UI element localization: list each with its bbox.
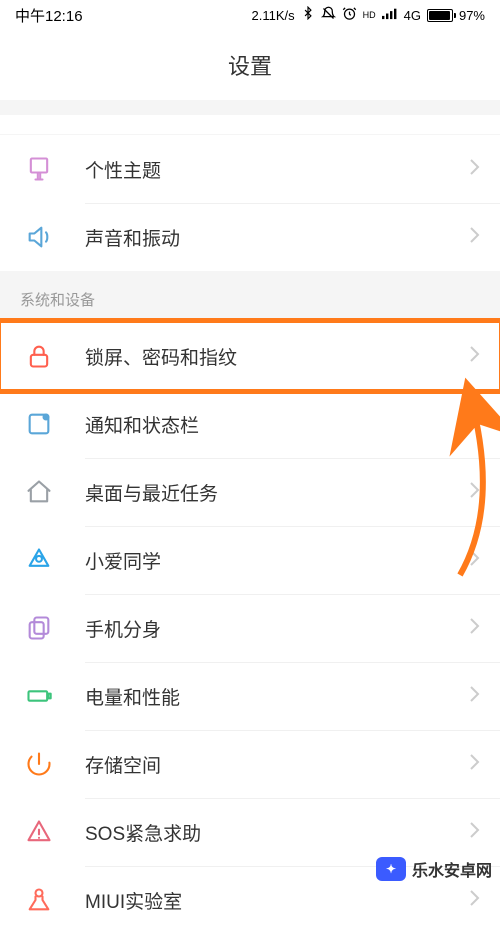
lab-icon <box>25 886 85 914</box>
settings-row-clone[interactable]: 手机分身 <box>0 594 500 662</box>
net-speed: 2.11K/s <box>252 8 295 23</box>
alarm-icon <box>342 6 357 25</box>
cutoff-row <box>0 115 500 135</box>
settings-row-notify[interactable]: 通知和状态栏 <box>0 390 500 458</box>
chevron-right-icon <box>468 821 480 844</box>
settings-row-xiaoai[interactable]: 小爱同学 <box>0 526 500 594</box>
row-label: SOS紧急求助 <box>85 819 468 846</box>
theme-icon <box>25 155 85 183</box>
watermark-text: 乐水安卓网 <box>412 857 492 881</box>
battery-fill <box>429 11 450 20</box>
bluetooth-icon <box>301 6 315 24</box>
chevron-right-icon <box>468 549 480 572</box>
settings-row-sos[interactable]: SOS紧急求助 <box>0 798 500 866</box>
chevron-right-icon <box>468 345 480 368</box>
sos-icon <box>25 818 85 846</box>
watermark: 乐水安卓网 <box>376 857 492 881</box>
status-time: 中午12:16 <box>15 5 83 26</box>
row-label: 手机分身 <box>85 615 468 642</box>
sound-icon <box>25 223 85 251</box>
settings-row-desktop[interactable]: 桌面与最近任务 <box>0 458 500 526</box>
home-icon <box>25 478 85 506</box>
xiaoai-icon <box>25 546 85 574</box>
row-label: 桌面与最近任务 <box>85 479 468 506</box>
status-bar: 中午12:16 2.11K/s HD 4G 97% <box>0 0 500 30</box>
chevron-right-icon <box>468 158 480 181</box>
battery-icon <box>25 682 85 710</box>
chevron-right-icon <box>468 685 480 708</box>
battery-icon <box>427 9 453 22</box>
settings-row-battery[interactable]: 电量和性能 <box>0 662 500 730</box>
chevron-right-icon <box>468 889 480 912</box>
row-label: 电量和性能 <box>85 683 468 710</box>
settings-row-storage[interactable]: 存储空间 <box>0 730 500 798</box>
row-label: MIUI实验室 <box>85 887 468 914</box>
row-label: 锁屏、密码和指纹 <box>85 343 468 370</box>
lock-icon <box>25 342 85 370</box>
settings-row-sound[interactable]: 声音和振动 <box>0 203 500 271</box>
storage-icon <box>25 750 85 778</box>
chevron-right-icon <box>468 481 480 504</box>
chevron-right-icon <box>468 617 480 640</box>
dnd-icon <box>321 6 336 25</box>
chevron-right-icon <box>468 413 480 436</box>
signal-icon <box>382 7 398 24</box>
section-header-system: 系统和设备 <box>0 271 500 322</box>
hd-label: HD <box>363 10 376 20</box>
clone-icon <box>25 614 85 642</box>
notify-icon <box>25 410 85 438</box>
row-label: 声音和振动 <box>85 224 468 251</box>
network-label: 4G <box>404 8 421 23</box>
row-label: 个性主题 <box>85 156 468 183</box>
row-label: 通知和状态栏 <box>85 411 468 438</box>
status-right: 2.11K/s HD 4G 97% <box>252 6 486 25</box>
settings-row-lock[interactable]: 锁屏、密码和指纹 <box>0 322 500 390</box>
chevron-right-icon <box>468 226 480 249</box>
watermark-icon <box>376 857 406 881</box>
settings-row-theme[interactable]: 个性主题 <box>0 135 500 203</box>
battery-pct: 97% <box>459 8 485 23</box>
row-label: 存储空间 <box>85 751 468 778</box>
page-title: 设置 <box>0 30 500 100</box>
row-label: 小爱同学 <box>85 547 468 574</box>
chevron-right-icon <box>468 753 480 776</box>
